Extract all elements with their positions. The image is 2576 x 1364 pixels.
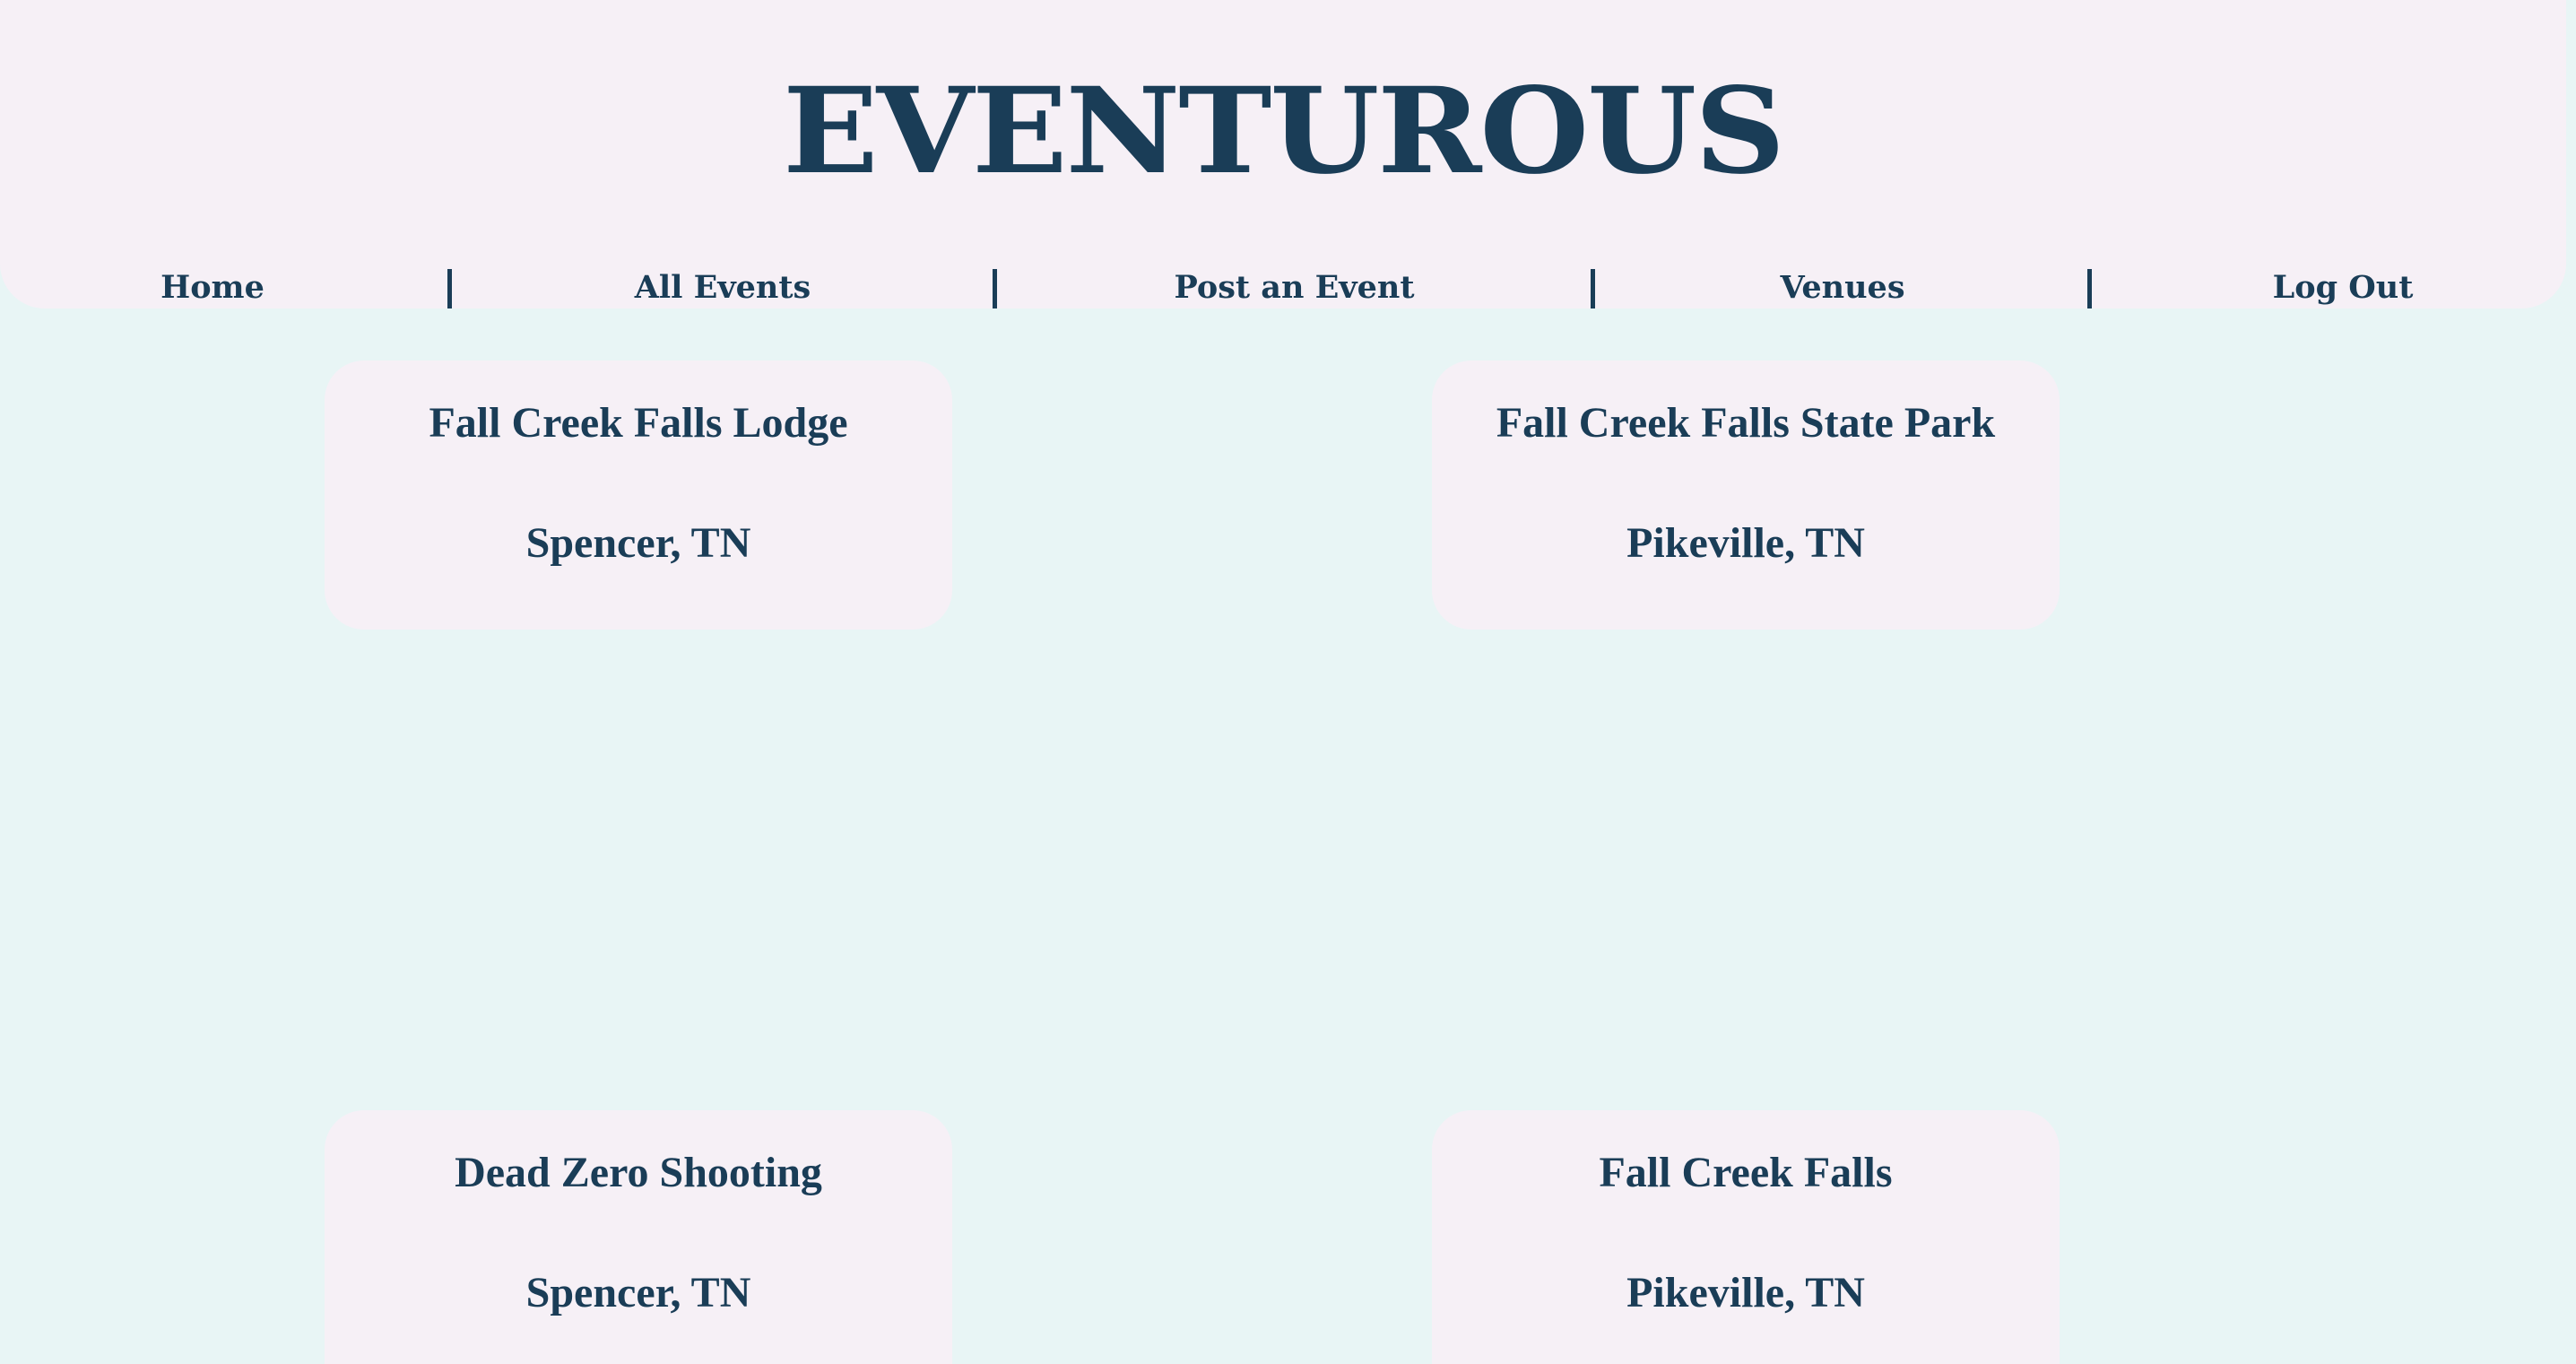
venue-card[interactable]: Fall Creek Falls State Park Pikeville, T… [1432,361,2060,630]
site-header: EVENTUROUS Home All Events Post an Event… [0,0,2566,308]
venue-name: Fall Creek Falls Lodge [429,399,848,447]
venue-name: Dead Zero Shooting [455,1149,822,1196]
venue-card[interactable]: Fall Creek Falls Lodge Spencer, TN [325,361,952,630]
nav-home-link[interactable]: Home [0,265,425,310]
venue-name: Fall Creek Falls State Park [1496,399,1996,447]
nav-venues-link[interactable]: Venues [1595,265,2090,310]
site-logo[interactable]: EVENTUROUS [0,65,2576,199]
venue-location: Spencer, TN [525,1269,751,1316]
venue-card[interactable]: Fall Creek Falls Pikeville, TN [1432,1110,2060,1364]
venue-location: Pikeville, TN [1626,1269,1865,1316]
nav-post-event-link[interactable]: Post an Event [997,265,1592,310]
venue-name: Fall Creek Falls [1599,1149,1893,1196]
venue-location: Spencer, TN [525,519,751,567]
nav-log-out-link[interactable]: Log Out [2092,265,2576,310]
venue-location: Pikeville, TN [1626,519,1865,567]
nav-all-events-link[interactable]: All Events [452,265,993,310]
venue-card[interactable]: Dead Zero Shooting Spencer, TN [325,1110,952,1364]
